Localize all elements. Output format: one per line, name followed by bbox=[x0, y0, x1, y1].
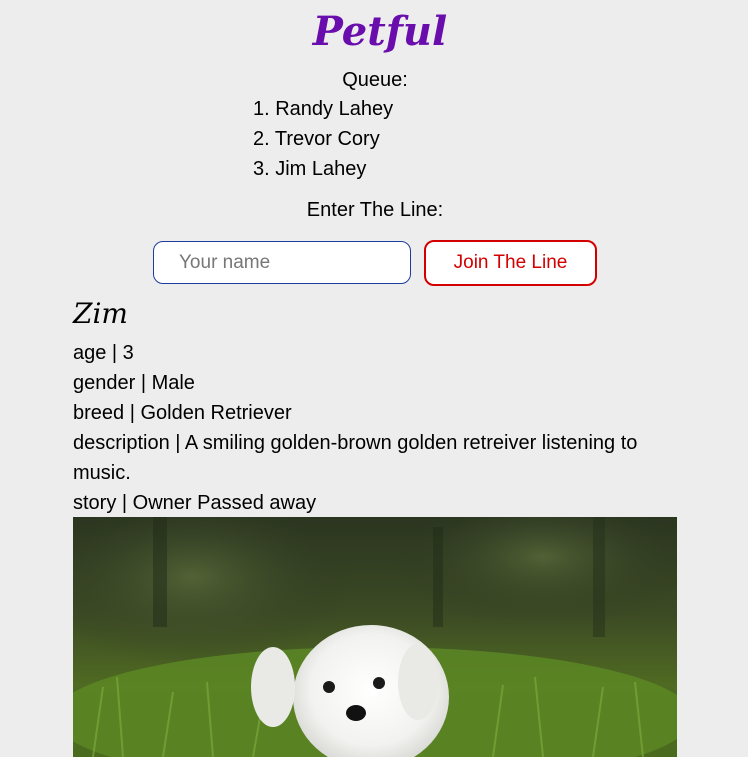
queue-list: 1. Randy Lahey 2. Trevor Cory 3. Jim Lah… bbox=[253, 96, 393, 186]
petful-logo: Petful bbox=[312, 8, 448, 55]
pet-name: Zim bbox=[73, 297, 128, 330]
join-line-button[interactable]: Join The Line bbox=[424, 240, 597, 286]
queue-label: Queue: bbox=[342, 69, 408, 91]
pet-photo bbox=[73, 517, 677, 757]
name-input[interactable] bbox=[153, 241, 411, 284]
pet-description: description | A smiling golden-brown gol… bbox=[73, 432, 638, 484]
pet-breed: breed | Golden Retriever bbox=[73, 402, 292, 424]
pet-details: age | 3 gender | Male breed | Golden Ret… bbox=[73, 338, 673, 518]
queue-item: 2. Trevor Cory bbox=[253, 128, 380, 150]
queue-item: 3. Jim Lahey bbox=[253, 158, 367, 180]
pet-age: age | 3 bbox=[73, 342, 134, 364]
queue-item: 1. Randy Lahey bbox=[253, 98, 394, 120]
pet-gender: gender | Male bbox=[73, 372, 195, 394]
enter-line-label: Enter The Line: bbox=[306, 199, 444, 221]
pet-story: story | Owner Passed away bbox=[73, 492, 317, 514]
